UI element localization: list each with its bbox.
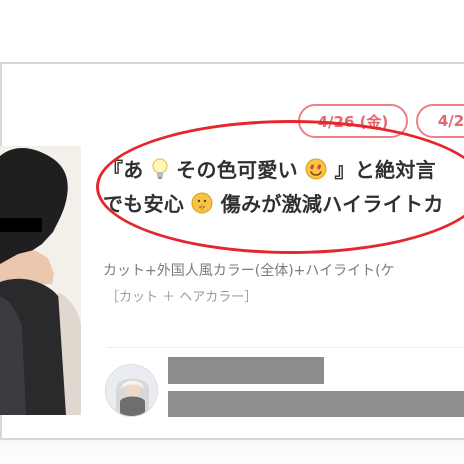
avatar[interactable] — [105, 364, 158, 417]
title-text: でも安心 — [103, 192, 185, 216]
shushing-face-emoji-icon — [191, 192, 213, 219]
bottom-fade — [0, 440, 464, 464]
stylist-photo-image — [0, 146, 81, 415]
divider — [106, 347, 464, 348]
title-text: 『あ — [103, 158, 144, 182]
menu-tags: ［カット ＋ ヘアカラー］ — [106, 290, 258, 305]
title-text: 』と絶対言 — [334, 158, 436, 182]
date-badge[interactable]: 4/26 (金) — [298, 104, 408, 138]
stylist-photo[interactable] — [0, 146, 81, 415]
listing-title-line-2[interactable]: でも安心 傷みが激減ハイライトカ — [103, 188, 444, 219]
title-text: 傷みが激減ハイライトカ — [220, 192, 444, 216]
lightbulb-icon — [151, 158, 169, 185]
redacted-stylist-details — [168, 391, 464, 417]
heart-eyes-emoji-icon — [305, 158, 327, 185]
date-badge[interactable]: 4/2 — [416, 104, 464, 138]
screen: 4/26 (金) 4/2 『あ その色可愛い 』と絶対言 でも安心 傷みが激減ハ… — [0, 0, 464, 464]
redacted-stylist-name — [168, 357, 324, 384]
avatar-image — [106, 365, 157, 416]
title-text: その色可愛い — [176, 158, 298, 182]
menu-description: カット+外国人風カラー(全体)+ハイライト(ケ — [103, 263, 395, 279]
listing-title-line-1[interactable]: 『あ その色可愛い 』と絶対言 — [103, 154, 436, 185]
